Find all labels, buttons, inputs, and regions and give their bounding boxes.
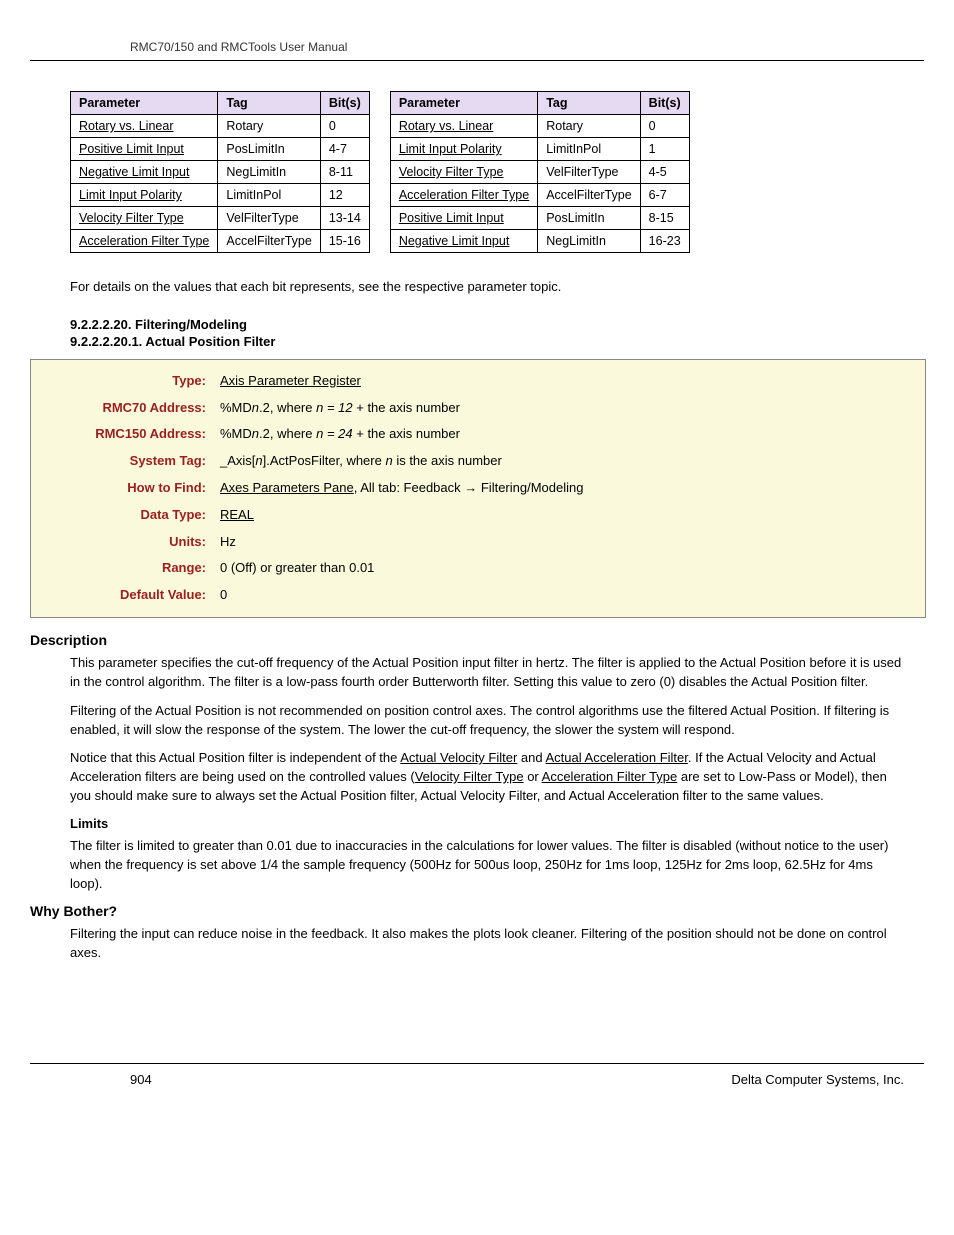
param-tables: Parameter Tag Bit(s) Rotary vs. LinearRo… (30, 91, 924, 253)
tag-cell: VelFilterType (218, 207, 320, 230)
tag-cell: NegLimitIn (538, 230, 640, 253)
table-row: Velocity Filter Type VelFilterType13-14 (71, 207, 370, 230)
limits-p: The filter is limited to greater than 0.… (70, 837, 904, 894)
header-rule (30, 60, 924, 61)
bits-cell: 0 (320, 115, 369, 138)
param-table-right: Parameter Tag Bit(s) Rotary vs. LinearRo… (390, 91, 690, 253)
tag-cell: LimitInPol (218, 184, 320, 207)
desc-p3: Notice that this Actual Position filter … (70, 749, 904, 806)
tag-cell: AccelFilterType (218, 230, 320, 253)
bits-cell: 4-7 (320, 138, 369, 161)
bits-cell: 15-16 (320, 230, 369, 253)
bits-cell: 4-5 (640, 161, 689, 184)
description-heading: Description (30, 632, 924, 648)
tag-cell: Rotary (538, 115, 640, 138)
label-rmc150: RMC150 Address: (41, 424, 220, 445)
bits-cell: 13-14 (320, 207, 369, 230)
label-units: Units: (41, 532, 220, 553)
bits-cell: 8-15 (640, 207, 689, 230)
param-link[interactable]: Negative Limit Input (399, 234, 509, 248)
bits-cell: 16-23 (640, 230, 689, 253)
value-rmc150: %MDn.2, where n = 24 + the axis number (220, 424, 460, 445)
label-rmc70: RMC70 Address: (41, 398, 220, 419)
table-row: Acceleration Filter Type AccelFilterType1… (71, 230, 370, 253)
why-heading: Why Bother? (30, 903, 924, 919)
footer-page: 904 (130, 1072, 152, 1087)
link-actual-accel-filter[interactable]: Actual Acceleration Filter (546, 750, 688, 765)
th-bits: Bit(s) (640, 92, 689, 115)
link-axes-param-pane[interactable]: Axes Parameters Pane (220, 480, 354, 495)
bits-cell: 8-11 (320, 161, 369, 184)
label-type: Type: (41, 371, 220, 392)
link-axis-param-register[interactable]: Axis Parameter Register (220, 373, 361, 388)
th-bits: Bit(s) (320, 92, 369, 115)
value-default: 0 (220, 585, 227, 606)
tag-cell: AccelFilterType (538, 184, 640, 207)
param-link[interactable]: Acceleration Filter Type (79, 234, 209, 248)
link-real[interactable]: REAL (220, 507, 254, 522)
param-link[interactable]: Limit Input Polarity (79, 188, 182, 202)
value-rmc70: %MDn.2, where n = 12 + the axis number (220, 398, 460, 419)
page-header: RMC70/150 and RMCTools User Manual (30, 40, 924, 54)
footer-company: Delta Computer Systems, Inc. (731, 1072, 904, 1087)
label-systag: System Tag: (41, 451, 220, 472)
bits-cell: 12 (320, 184, 369, 207)
th-param: Parameter (71, 92, 218, 115)
th-tag: Tag (538, 92, 640, 115)
bits-cell: 0 (640, 115, 689, 138)
note-text: For details on the values that each bit … (30, 278, 924, 297)
param-link[interactable]: Rotary vs. Linear (79, 119, 173, 133)
why-block: Filtering the input can reduce noise in … (30, 925, 924, 963)
link-actual-velocity-filter[interactable]: Actual Velocity Filter (400, 750, 517, 765)
label-default: Default Value: (41, 585, 220, 606)
param-link[interactable]: Positive Limit Input (79, 142, 184, 156)
table-row: Negative Limit Input NegLimitIn16-23 (390, 230, 689, 253)
table-row: Positive Limit Input PosLimitIn4-7 (71, 138, 370, 161)
description-block: This parameter specifies the cut-off fre… (30, 654, 924, 893)
desc-p2: Filtering of the Actual Position is not … (70, 702, 904, 740)
limits-heading: Limits (70, 816, 904, 831)
table-row: Limit Input Polarity LimitInPol12 (71, 184, 370, 207)
desc-p1: This parameter specifies the cut-off fre… (70, 654, 904, 692)
th-param: Parameter (390, 92, 537, 115)
tag-cell: PosLimitIn (218, 138, 320, 161)
bits-cell: 1 (640, 138, 689, 161)
table-row: Limit Input Polarity LimitInPol1 (390, 138, 689, 161)
value-range: 0 (Off) or greater than 0.01 (220, 558, 374, 579)
label-range: Range: (41, 558, 220, 579)
label-howto: How to Find: (41, 478, 220, 499)
param-link[interactable]: Positive Limit Input (399, 211, 504, 225)
tag-cell: VelFilterType (538, 161, 640, 184)
param-table-left: Parameter Tag Bit(s) Rotary vs. LinearRo… (70, 91, 370, 253)
tag-cell: LimitInPol (538, 138, 640, 161)
link-accel-filter-type[interactable]: Acceleration Filter Type (542, 769, 678, 784)
table-row: Velocity Filter Type VelFilterType4-5 (390, 161, 689, 184)
param-link[interactable]: Negative Limit Input (79, 165, 189, 179)
link-velocity-filter-type[interactable]: Velocity Filter Type (415, 769, 524, 784)
page-footer: 904 Delta Computer Systems, Inc. (30, 1063, 924, 1087)
section-heading: 9.2.2.2.20. Filtering/Modeling (30, 317, 924, 332)
table-row: Negative Limit Input NegLimitIn8-11 (71, 161, 370, 184)
table-row: Rotary vs. Linear Rotary0 (71, 115, 370, 138)
tag-cell: Rotary (218, 115, 320, 138)
bits-cell: 6-7 (640, 184, 689, 207)
why-p: Filtering the input can reduce noise in … (70, 925, 904, 963)
param-link[interactable]: Acceleration Filter Type (399, 188, 529, 202)
value-howto: Axes Parameters Pane, All tab: Feedback … (220, 478, 583, 499)
table-row: Positive Limit Input PosLimitIn8-15 (390, 207, 689, 230)
param-link[interactable]: Velocity Filter Type (399, 165, 504, 179)
param-link[interactable]: Limit Input Polarity (399, 142, 502, 156)
tag-cell: NegLimitIn (218, 161, 320, 184)
param-link[interactable]: Rotary vs. Linear (399, 119, 493, 133)
value-systag: _Axis[n].ActPosFilter, where n is the ax… (220, 451, 502, 472)
section-subheading: 9.2.2.2.20.1. Actual Position Filter (30, 334, 924, 349)
label-dtype: Data Type: (41, 505, 220, 526)
table-row: Acceleration Filter Type AccelFilterType6… (390, 184, 689, 207)
info-box: Type: Axis Parameter Register RMC70 Addr… (30, 359, 926, 618)
table-row: Rotary vs. Linear Rotary0 (390, 115, 689, 138)
th-tag: Tag (218, 92, 320, 115)
value-units: Hz (220, 532, 236, 553)
tag-cell: PosLimitIn (538, 207, 640, 230)
param-link[interactable]: Velocity Filter Type (79, 211, 184, 225)
